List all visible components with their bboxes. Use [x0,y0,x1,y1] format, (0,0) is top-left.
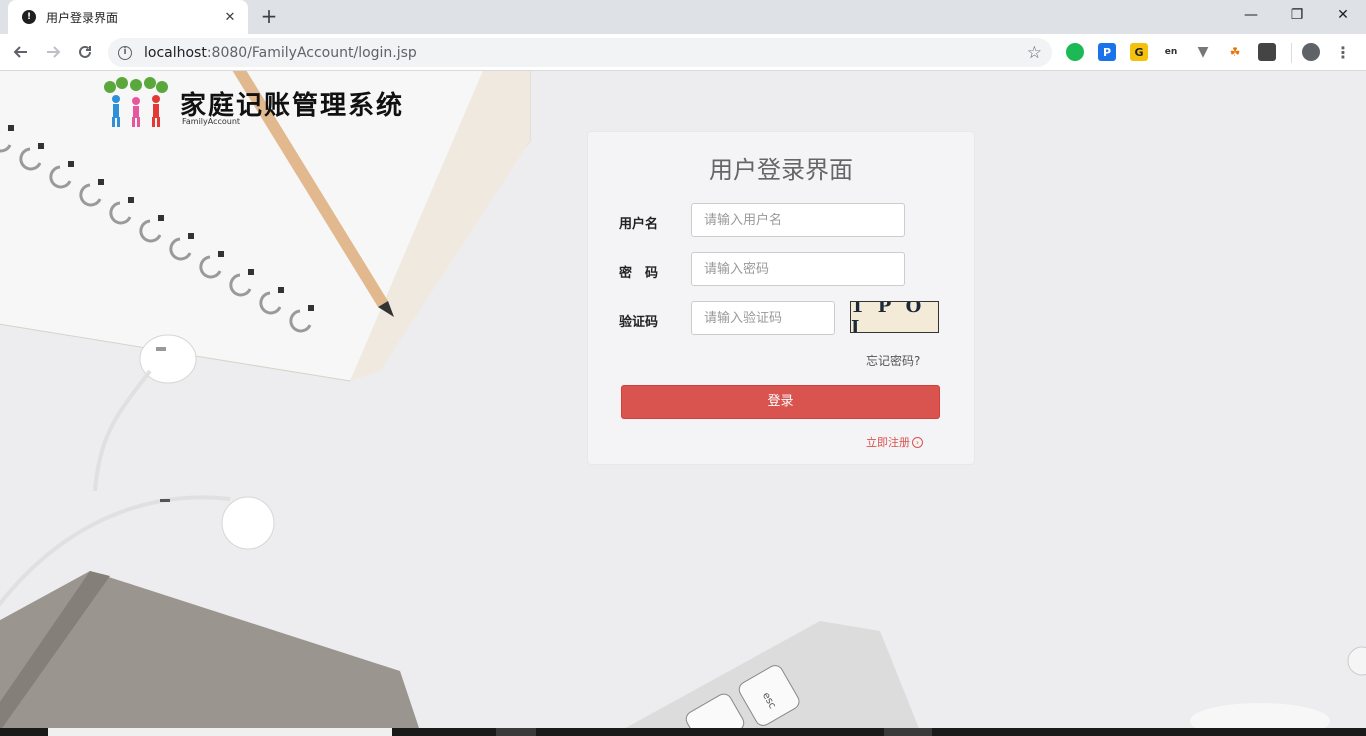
keyboard-illustration: esc [625,621,919,728]
window-close-button[interactable]: ✕ [1320,0,1366,30]
new-tab-button[interactable]: + [258,6,280,28]
bookmark-star-icon[interactable]: ☆ [1027,43,1042,63]
logo-subtitle: FamilyAccount [182,117,241,126]
username-label: 用户名 [619,217,659,232]
login-panel: 用户登录界面 用户名 密 码 验证码 1 P O I 忘记密码? 登录 立即注册… [587,131,975,465]
forward-arrow-icon[interactable] [40,39,66,65]
extension-book-icon[interactable] [1258,43,1276,61]
browser-menu-icon[interactable]: ⋮ [1334,43,1352,62]
site-logo: 家庭记账管理系统 FamilyAccount [100,75,404,131]
captcha-input[interactable] [691,301,835,335]
browser-toolbar: i localhost:8080/FamilyAccount/login.jsp… [0,34,1366,71]
extension-v-icon[interactable]: ▼ [1194,43,1212,61]
extension-people-icon[interactable]: ☘ [1226,43,1244,61]
password-label: 密 码 [619,266,659,281]
back-arrow-icon[interactable] [8,39,34,65]
right-object-illustration [1190,646,1366,728]
window-maximize-button[interactable]: ❐ [1274,0,1320,30]
forgot-password-link[interactable]: 忘记密码? [866,352,920,369]
url-host: localhost [144,44,207,61]
site-info-icon[interactable]: i [118,45,132,60]
login-heading: 用户登录界面 [709,156,853,184]
circle-arrow-right-icon: › [912,436,923,448]
tab-close-icon[interactable]: ✕ [222,10,238,25]
logo-title: 家庭记账管理系统 [180,90,405,121]
url-path: :8080/FamilyAccount/login.jsp [206,44,417,61]
extension-green-icon[interactable] [1066,43,1084,61]
captcha-label: 验证码 [619,315,659,330]
taskbar-search-box[interactable] [48,728,392,736]
extension-p-icon[interactable]: P [1098,43,1116,61]
address-bar[interactable]: i localhost:8080/FamilyAccount/login.jsp… [108,38,1052,67]
family-tree-logo-icon [104,77,168,127]
captcha-image[interactable]: 1 P O I [850,301,939,333]
window-minimize-button[interactable]: — [1228,0,1274,30]
browser-titlebar: ! 用户登录界面 ✕ + — ❐ ✕ [0,0,1366,34]
username-input[interactable] [691,203,905,237]
toolbar-divider [1291,43,1292,63]
os-taskbar [0,728,1366,736]
taskbar-app-button[interactable] [884,728,932,736]
browser-tab-active[interactable]: ! 用户登录界面 ✕ [8,0,248,34]
password-input[interactable] [691,252,905,286]
register-link-label: 立即注册 [866,436,910,449]
profile-avatar-icon[interactable] [1302,43,1320,61]
tab-title: 用户登录界面 [46,10,119,25]
address-url[interactable]: localhost:8080/FamilyAccount/login.jsp [144,45,1027,61]
reload-icon[interactable] [72,39,98,65]
login-button[interactable]: 登录 [621,385,940,419]
extension-g-icon[interactable]: G [1130,43,1148,61]
book-illustration [0,571,419,728]
page-viewport: esc 家庭记账管理系统 FamilyAccount 用户登录界面 用户名 请输… [0,71,1366,728]
tab-favicon-icon: ! [22,10,36,24]
taskbar-app-button[interactable] [496,728,536,736]
register-link[interactable]: 立即注册 › [866,434,923,450]
extension-translate-icon[interactable]: en [1162,43,1180,61]
